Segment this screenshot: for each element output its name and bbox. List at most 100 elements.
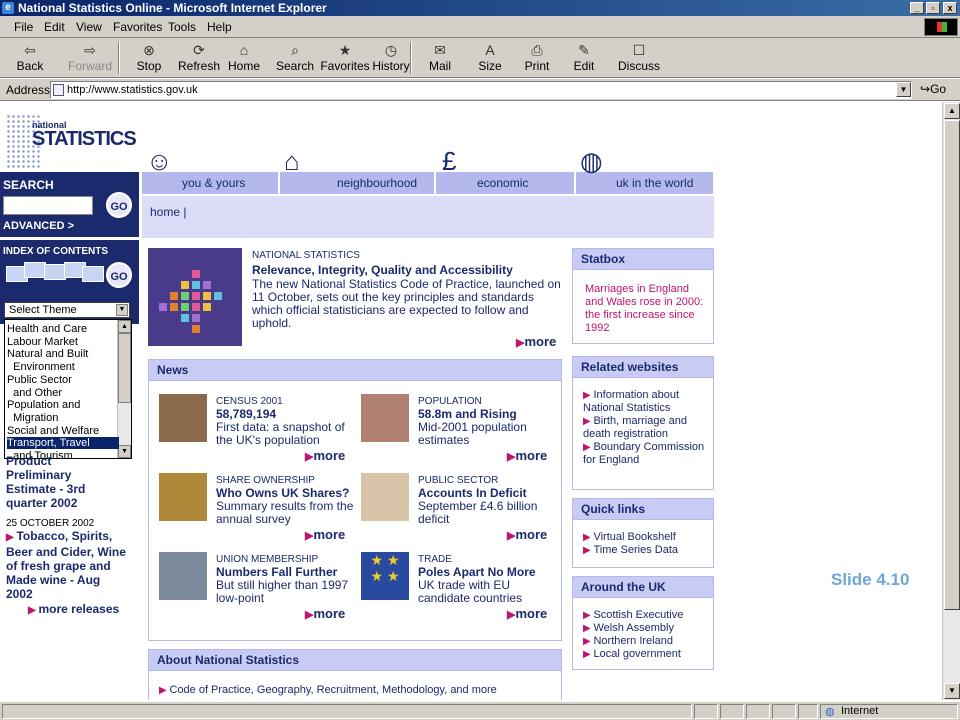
release-partial-2[interactable]: Preliminary [6, 468, 136, 482]
theme-option[interactable]: Health and Care [7, 323, 119, 335]
tab-neighbourhood[interactable]: neighbourhood [280, 172, 435, 194]
size-button[interactable]: A Size [465, 40, 515, 73]
mail-button[interactable]: ✉ Mail [415, 40, 465, 73]
scroll-down-icon[interactable]: ▼ [944, 683, 960, 699]
news-headline[interactable]: Numbers Fall Further [216, 565, 356, 579]
mosaic-tile [203, 292, 211, 300]
around-link[interactable]: ▶ Northern Ireland [583, 635, 711, 648]
theme-option[interactable]: and Other [7, 387, 119, 399]
arrow-icon: ▶ [583, 623, 594, 634]
advanced-search-link[interactable]: ADVANCED > [3, 220, 74, 232]
breadcrumb-home[interactable]: home | [150, 205, 186, 219]
coins-photo[interactable] [159, 473, 207, 521]
theme-list-scrollbar[interactable]: ▲ ▼ [117, 320, 131, 458]
search-go-button[interactable]: GO [106, 192, 132, 218]
news-more-link[interactable]: ▶more [507, 448, 547, 463]
theme-option[interactable]: Labour Market [7, 336, 119, 348]
news-more-link[interactable]: ▶more [507, 527, 547, 542]
discuss-button[interactable]: ☐ Discuss [614, 40, 664, 73]
about-links[interactable]: ▶ Code of Practice, Geography, Recruitme… [159, 684, 497, 696]
worker-photo[interactable] [159, 552, 207, 600]
site-logo[interactable]: national STATISTICS [6, 112, 137, 172]
forward-button[interactable]: ⇨ Forward [65, 40, 115, 73]
history-button[interactable]: ◷ History [366, 40, 416, 73]
theme-option[interactable]: Social and Welfare [7, 425, 119, 437]
search-input[interactable] [3, 196, 93, 215]
menu-file[interactable]: File [14, 20, 33, 34]
edit-button[interactable]: ✎ Edit [559, 40, 609, 73]
statbox-text[interactable]: Marriages in England and Wales rose in 2… [585, 283, 709, 335]
address-dropdown-button[interactable]: ▼ [896, 82, 911, 97]
crowd-photo[interactable] [361, 394, 409, 442]
history-icon: ◷ [384, 42, 398, 58]
address-input[interactable]: http://www.statistics.gov.uk [50, 81, 912, 99]
related-link[interactable]: ▶ Boundary Commission for England [583, 441, 711, 467]
menu-view[interactable]: View [76, 20, 102, 34]
stop-button[interactable]: ⊗ Stop [124, 40, 174, 73]
theme-option[interactable]: Transport, Travel [7, 437, 119, 450]
more-releases-link[interactable]: ▶ more releases [28, 602, 119, 616]
census-photo[interactable] [159, 394, 207, 442]
news-more-link[interactable]: ▶more [507, 606, 547, 621]
news-headline[interactable]: Who Owns UK Shares? [216, 486, 356, 500]
favorites-button[interactable]: ★ Favorites [320, 40, 370, 73]
around-link[interactable]: ▶ Scottish Executive [583, 609, 711, 622]
go-button[interactable]: ↪Go [920, 82, 946, 96]
index-go-button[interactable]: GO [106, 262, 132, 288]
arrow-icon: ▶ [583, 390, 594, 401]
scroll-up-icon[interactable]: ▲ [118, 320, 131, 333]
release-partial-1[interactable]: Product [6, 454, 136, 468]
news-more-link[interactable]: ▶more [305, 527, 345, 542]
theme-option[interactable]: Public Sector [7, 374, 119, 386]
restore-button[interactable]: ▫ [926, 2, 940, 14]
menu-tools[interactable]: Tools [168, 20, 196, 34]
eu-flag-photo[interactable]: ★ ★ ★ ★ [361, 552, 409, 600]
feature-headline[interactable]: Relevance, Integrity, Quality and Access… [252, 263, 562, 277]
news-headline[interactable]: Accounts In Deficit [418, 486, 558, 500]
status-bar: ◍ Internet [0, 701, 960, 720]
feature-more-link[interactable]: ▶more [516, 334, 556, 349]
refresh-button[interactable]: ⟳ Refresh [174, 40, 224, 73]
news-headline[interactable]: Poles Apart No More [418, 565, 558, 579]
toolbar-label: Stop [136, 59, 162, 73]
release-partial-3[interactable]: Estimate - 3rd [6, 482, 136, 496]
globe-icon: ◍ [825, 706, 835, 718]
page-scroll-thumb[interactable] [944, 120, 960, 610]
theme-select[interactable]: Select Theme ▼ [4, 302, 130, 318]
scroll-up-icon[interactable]: ▲ [944, 103, 960, 119]
search-button[interactable]: ⌕ Search [270, 40, 320, 73]
news-more-link[interactable]: ▶more [305, 606, 345, 621]
related-link[interactable]: ▶ Birth, marriage and death registration [583, 415, 711, 441]
close-button[interactable]: x [943, 2, 957, 14]
scroll-thumb[interactable] [118, 333, 131, 403]
theme-option[interactable]: Population and [7, 399, 119, 411]
release-item[interactable]: ▶ Tobacco, Spirits, Beer and Cider, Wine… [6, 529, 130, 601]
news-more-label: more [515, 606, 548, 621]
feature-more-label: more [524, 334, 557, 349]
theme-option[interactable]: Natural and Built [7, 348, 119, 360]
minimize-button[interactable]: _ [910, 2, 924, 14]
print-button[interactable]: ⎙ Print [512, 40, 562, 73]
theme-option[interactable]: Migration [7, 412, 119, 424]
home-button[interactable]: ⌂ Home [219, 40, 269, 73]
theme-option[interactable]: Environment [7, 361, 119, 373]
news-more-link[interactable]: ▶more [305, 448, 345, 463]
news-headline[interactable]: 58,789,194 [216, 407, 356, 421]
related-link[interactable]: ▶ Information about National Statistics [583, 389, 711, 415]
around-link[interactable]: ▶ Welsh Assembly [583, 622, 711, 635]
menu-favorites[interactable]: Favorites [113, 20, 162, 34]
news-headline[interactable]: 58.8m and Rising [418, 407, 558, 421]
houses-icon: ⌂ [284, 146, 300, 176]
menu-help[interactable]: Help [207, 20, 232, 34]
page-scrollbar[interactable]: ▲ ▼ [942, 102, 960, 700]
window-titlebar[interactable]: e National Statistics Online - Microsoft… [0, 0, 960, 16]
quick-link[interactable]: ▶ Virtual Bookshelf [583, 531, 711, 544]
around-link[interactable]: ▶ Local government [583, 648, 711, 661]
back-button[interactable]: ⇦ Back [5, 40, 55, 73]
theme-dropdown-list[interactable]: ▲ ▼ Health and Care Labour Market Natural … [4, 319, 132, 459]
release-partial-4[interactable]: quarter 2002 [6, 496, 136, 510]
ledger-photo[interactable] [361, 473, 409, 521]
tab-economic[interactable]: economic [436, 172, 575, 194]
quick-link[interactable]: ▶ Time Series Data [583, 544, 711, 557]
menu-edit[interactable]: Edit [44, 20, 65, 34]
